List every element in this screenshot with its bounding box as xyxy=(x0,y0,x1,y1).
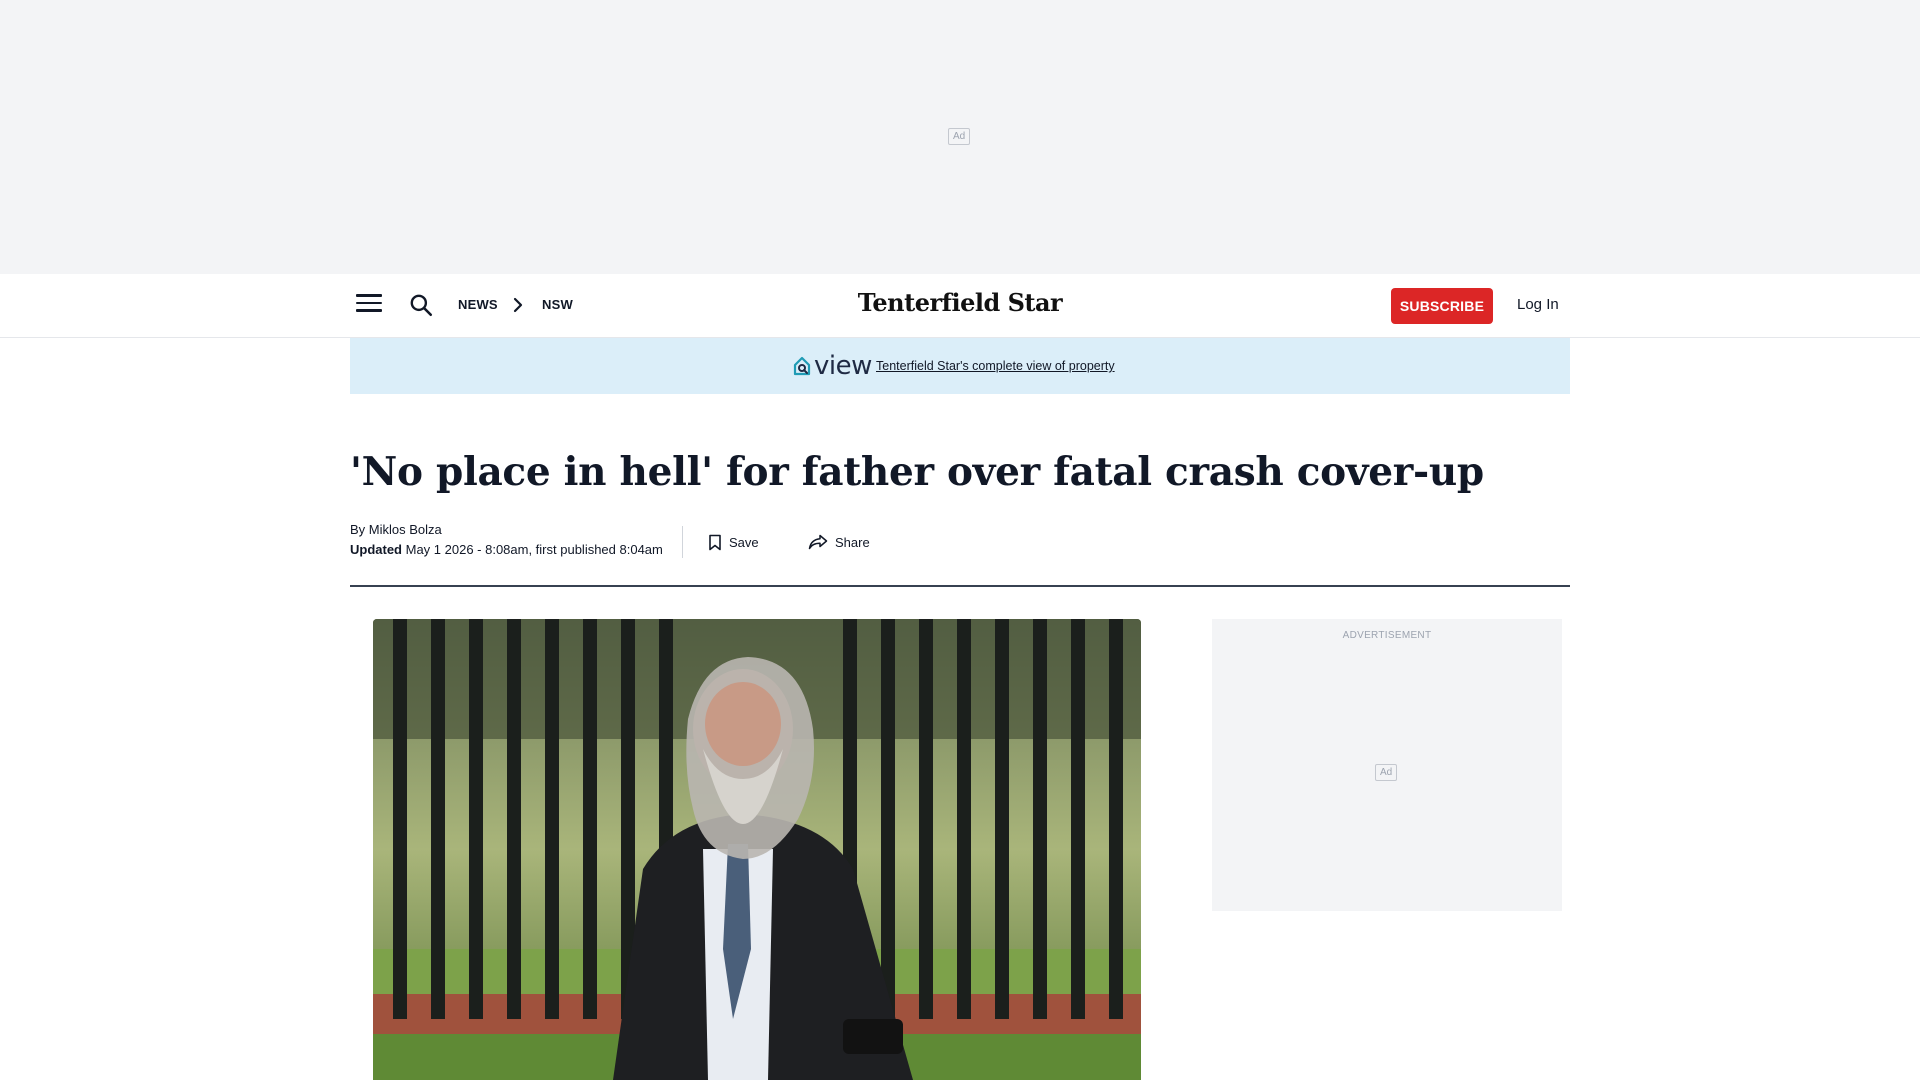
view-property-link[interactable]: Tenterfield Star's complete view of prop… xyxy=(876,359,1115,373)
view-property-banner[interactable]: view Tenterfield Star's complete view of… xyxy=(350,338,1570,394)
article-headline: 'No place in hell' for father over fatal… xyxy=(350,449,1484,495)
breadcrumb-news[interactable]: NEWS xyxy=(458,297,498,312)
byline-prefix: By xyxy=(350,522,369,537)
bookmark-icon xyxy=(709,534,721,550)
ad-chip: Ad xyxy=(948,128,971,145)
chevron-right-icon xyxy=(513,297,523,313)
site-header: NEWS NSW Tenterfield Star SUBSCRIBE Log … xyxy=(0,274,1920,338)
date-text: May 1 2026 - 8:08am, first published 8:0… xyxy=(402,542,663,557)
subscribe-button[interactable]: SUBSCRIBE xyxy=(1391,288,1493,324)
header-rule xyxy=(350,585,1570,587)
menu-icon[interactable] xyxy=(356,294,382,316)
dateline: Updated May 1 2026 - 8:08am, first publi… xyxy=(350,542,663,557)
advertisement-label: ADVERTISEMENT xyxy=(1342,630,1432,641)
meta-divider xyxy=(682,526,683,558)
sidebar-ad-slot[interactable]: ADVERTISEMENT Ad xyxy=(1212,619,1562,911)
save-label: Save xyxy=(729,534,759,550)
updated-label: Updated xyxy=(350,542,402,557)
top-ad-slot[interactable]: Ad xyxy=(0,0,1920,274)
share-icon xyxy=(808,534,828,550)
breadcrumb-nsw[interactable]: NSW xyxy=(542,297,573,312)
article-photo[interactable] xyxy=(373,619,1141,1080)
house-search-icon xyxy=(793,356,811,376)
author-link[interactable]: Miklos Bolza xyxy=(369,522,442,537)
share-label: Share xyxy=(835,534,870,550)
article-photo-image xyxy=(373,619,1141,1080)
ad-chip: Ad xyxy=(1375,764,1398,781)
byline: By Miklos Bolza xyxy=(350,522,442,537)
view-logo-text: view xyxy=(814,351,872,381)
view-logo[interactable]: view xyxy=(792,351,872,381)
search-icon[interactable] xyxy=(408,292,434,318)
save-button[interactable]: Save xyxy=(708,532,759,552)
site-logo[interactable]: Tenterfield Star xyxy=(830,288,1090,317)
share-button[interactable]: Share xyxy=(808,532,870,552)
login-link[interactable]: Log In xyxy=(1517,296,1559,313)
